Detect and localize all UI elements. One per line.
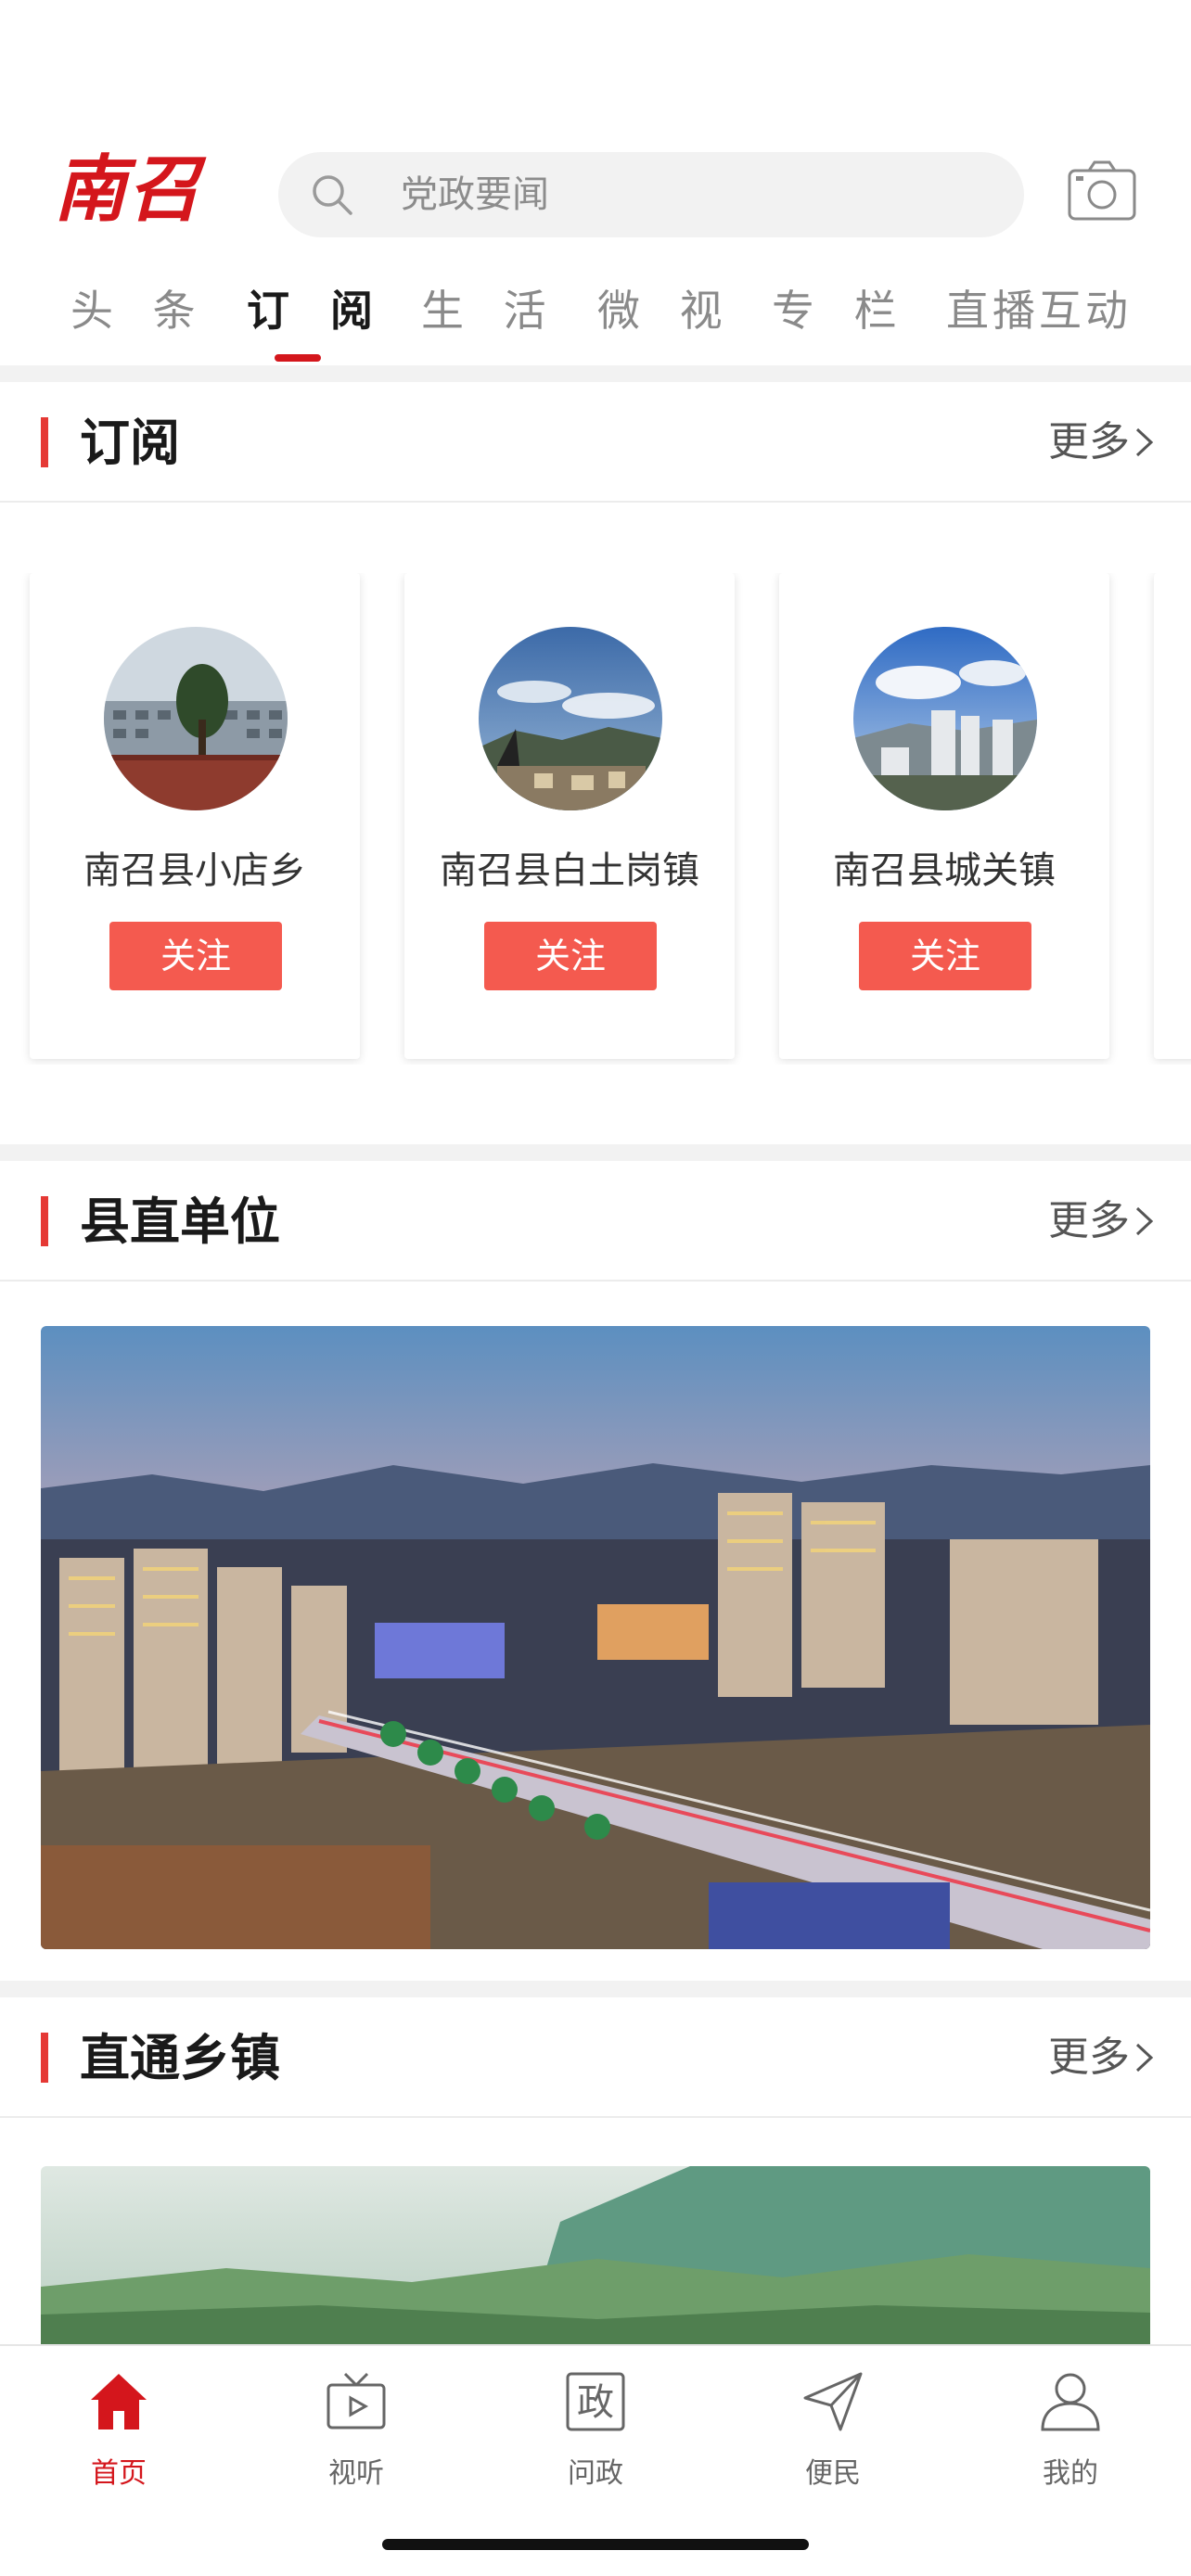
svg-text:政: 政 — [577, 2381, 614, 2424]
towns-section-header: 直通乡镇 更多 — [0, 1997, 1191, 2118]
account-name: 南召县小店乡 — [83, 849, 306, 892]
subscription-card[interactable]: 南召县小店乡 关注 — [30, 573, 360, 1059]
more-link[interactable]: 更多 — [1048, 1997, 1130, 2118]
tab-headlines[interactable]: 头 条 — [70, 269, 209, 352]
follow-button[interactable]: 关注 — [484, 922, 657, 990]
camera-icon[interactable] — [1067, 159, 1137, 223]
divider — [0, 1280, 1191, 1282]
subscription-card[interactable]: 南召县白土岗镇 关注 — [404, 573, 735, 1059]
send-icon — [803, 2372, 863, 2431]
search-placeholder: 党政要闻 — [401, 173, 549, 216]
user-icon — [1041, 2373, 1100, 2431]
more-link[interactable]: 更多 — [1048, 1161, 1130, 1282]
tabbar-label: 我的 — [1043, 2457, 1098, 2490]
tabbar-media[interactable]: 视听 — [291, 2365, 421, 2494]
more-link[interactable]: 更多 — [1048, 382, 1130, 503]
section-title: 订阅 — [80, 413, 180, 472]
tabbar-services[interactable]: 便民 — [768, 2365, 898, 2494]
home-icon — [91, 2374, 147, 2429]
tabbar-home[interactable]: 首页 — [54, 2365, 184, 2494]
follow-button[interactable]: 关注 — [109, 922, 282, 990]
account-name: 南召县白土岗镇 — [440, 849, 699, 892]
section-title: 直通乡镇 — [80, 2028, 280, 2087]
county-city-night-photo[interactable] — [41, 1326, 1150, 1949]
tabbar-inquiry[interactable]: 政 问政 — [531, 2365, 660, 2494]
section-accent-bar — [41, 417, 48, 467]
subscribe-section-header: 订阅 更多 — [0, 382, 1191, 503]
search-input[interactable]: 党政要闻 — [278, 152, 1024, 237]
status-bar — [0, 0, 1191, 130]
section-title: 县直单位 — [80, 1192, 280, 1251]
divider — [0, 2116, 1191, 2118]
divider — [0, 501, 1191, 503]
section-accent-bar — [41, 1196, 48, 1246]
account-avatar — [479, 627, 662, 810]
tab-micro-video[interactable]: 微 视 — [597, 269, 736, 352]
tab-life[interactable]: 生 活 — [421, 269, 559, 352]
app-logo: 南召 — [54, 147, 203, 232]
tabbar-label: 问政 — [568, 2457, 623, 2490]
section-separator — [0, 365, 1191, 382]
account-avatar — [104, 627, 288, 810]
active-tab-indicator — [275, 354, 321, 362]
section-separator — [0, 1144, 1191, 1161]
tv-icon — [327, 2372, 386, 2429]
chevron-right-icon[interactable] — [1133, 1205, 1156, 1237]
section-accent-bar — [41, 2033, 48, 2083]
account-avatar — [853, 627, 1037, 810]
search-icon — [313, 175, 352, 215]
tab-subscribe[interactable]: 订 阅 — [247, 269, 386, 352]
tab-live[interactable]: 直播互动 — [946, 269, 1132, 352]
section-separator — [0, 1981, 1191, 1997]
channel-tabs: 头 条 订 阅 生 活 微 视 专 栏 直播互动 — [0, 269, 1191, 362]
account-name: 南召县城关镇 — [833, 849, 1056, 892]
tab-column[interactable]: 专 栏 — [772, 269, 910, 352]
follow-button[interactable]: 关注 — [859, 922, 1031, 990]
chevron-right-icon[interactable] — [1133, 427, 1156, 458]
tabbar-label: 便民 — [805, 2457, 861, 2490]
subscription-cards: 南召县小店乡 关注 南召县白土岗镇 关注 南召县城关镇 关注 — [0, 573, 1191, 1065]
town-landscape-photo[interactable] — [41, 2166, 1150, 2344]
zheng-icon: 政 — [566, 2372, 625, 2431]
subscription-card[interactable] — [1154, 573, 1191, 1059]
tabbar-profile[interactable]: 我的 — [1005, 2365, 1135, 2494]
tabbar-label: 首页 — [91, 2457, 147, 2490]
chevron-right-icon[interactable] — [1133, 2042, 1156, 2073]
tabbar-label: 视听 — [328, 2457, 384, 2490]
home-indicator — [382, 2539, 809, 2550]
county-units-section-header: 县直单位 更多 — [0, 1161, 1191, 1282]
subscription-card[interactable]: 南召县城关镇 关注 — [779, 573, 1109, 1059]
